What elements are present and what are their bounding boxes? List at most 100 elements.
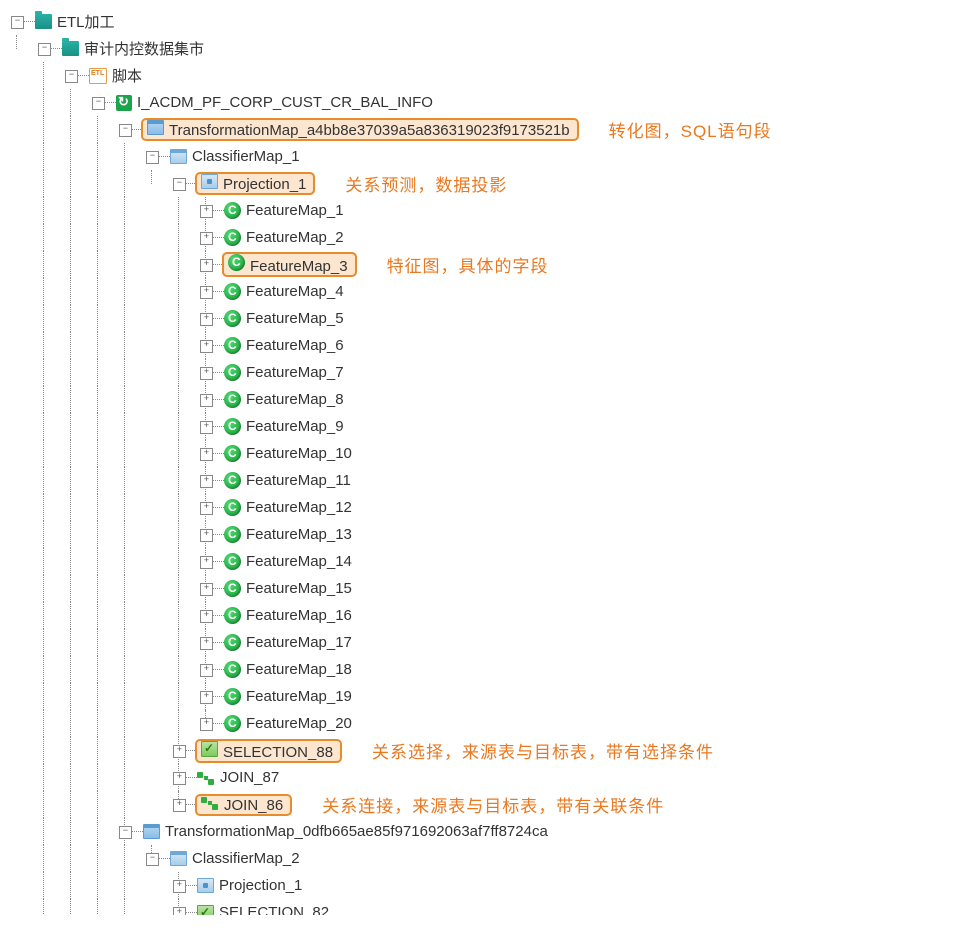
tree-node-feature-map[interactable]: FeatureMap_8 [224, 386, 347, 413]
expander[interactable]: − [146, 853, 159, 866]
tree-node-selection[interactable]: SELECTION_88 关系选择，来源表与目标表，带有选择条件 [197, 737, 714, 764]
expander[interactable]: + [173, 799, 186, 812]
node-label: Projection_1 [216, 876, 305, 895]
expander[interactable]: + [200, 259, 213, 272]
tree-node-classifier-map[interactable]: ClassifierMap_2 [170, 845, 303, 872]
expander[interactable]: + [200, 502, 213, 515]
tree-node-feature-map[interactable]: FeatureMap_9 [224, 413, 347, 440]
expander[interactable]: + [200, 637, 213, 650]
tree-node-feature-map[interactable]: FeatureMap_2 [224, 224, 347, 251]
feature-icon [224, 715, 241, 732]
map-icon [147, 120, 164, 135]
expander[interactable]: + [200, 556, 213, 569]
expander[interactable]: − [92, 97, 105, 110]
expander[interactable]: − [11, 16, 24, 29]
map-icon [143, 824, 160, 839]
tree-node-feature-map[interactable]: FeatureMap_1 [224, 197, 347, 224]
tree-node-feature-map[interactable]: FeatureMap_5 [224, 305, 347, 332]
expander[interactable]: − [65, 70, 78, 83]
tree-node-feature-map[interactable]: FeatureMap_7 [224, 359, 347, 386]
tree-node-feature-map[interactable]: FeatureMap_10 [224, 440, 355, 467]
expander[interactable]: + [173, 880, 186, 893]
expander[interactable]: + [200, 475, 213, 488]
feature-icon [224, 661, 241, 678]
feature-icon [224, 472, 241, 489]
expander[interactable]: + [173, 745, 186, 758]
expander[interactable]: + [200, 205, 213, 218]
expander[interactable]: − [119, 124, 132, 137]
tree-node[interactable]: 审计内控数据集市 [62, 35, 207, 62]
tree-node-feature-map[interactable]: FeatureMap_19 [224, 683, 355, 710]
tree-node-selection[interactable]: SELECTION_82 [197, 899, 332, 915]
tree-node-feature-map[interactable]: FeatureMap_6 [224, 332, 347, 359]
tree-node-transformation-map[interactable]: TransformationMap_a4bb8e37039a5a83631902… [143, 116, 772, 143]
expander[interactable]: + [200, 529, 213, 542]
expander[interactable]: + [200, 340, 213, 353]
tree-node-feature-map[interactable]: FeatureMap_17 [224, 629, 355, 656]
tree-node-job[interactable]: I_ACDM_PF_CORP_CUST_CR_BAL_INFO [116, 89, 436, 116]
expander[interactable]: + [200, 421, 213, 434]
node-label: FeatureMap_2 [243, 228, 347, 247]
expander[interactable]: + [200, 691, 213, 704]
tree-node-projection[interactable]: Projection_1 [197, 872, 305, 899]
expander[interactable]: + [200, 610, 213, 623]
expander[interactable]: + [200, 718, 213, 731]
feature-icon [224, 391, 241, 408]
expander[interactable]: + [200, 232, 213, 245]
node-label: FeatureMap_1 [243, 201, 347, 220]
expander[interactable]: + [173, 907, 186, 915]
expander[interactable]: + [200, 583, 213, 596]
feature-icon [224, 445, 241, 462]
node-label: FeatureMap_8 [243, 390, 347, 409]
expander[interactable]: − [146, 151, 159, 164]
node-label: JOIN_86 [221, 796, 286, 815]
tree-node-feature-map[interactable]: FeatureMap_3特征图，具体的字段 [224, 251, 549, 278]
tree-node-feature-map[interactable]: FeatureMap_13 [224, 521, 355, 548]
feature-icon [224, 202, 241, 219]
tree-node-scripts[interactable]: 脚本 [89, 62, 145, 89]
tree-node-classifier-map[interactable]: ClassifierMap_1 [170, 143, 303, 170]
feature-icon [228, 254, 245, 271]
annotation-text: 关系预测，数据投影 [345, 171, 507, 196]
selection-icon [197, 905, 214, 916]
node-label: FeatureMap_15 [243, 579, 355, 598]
expander[interactable]: + [200, 313, 213, 326]
tree-node-transformation-map[interactable]: TransformationMap_0dfb665ae85f971692063a… [143, 818, 551, 845]
expander[interactable]: − [173, 178, 186, 191]
tree-node-feature-map[interactable]: FeatureMap_20 [224, 710, 355, 737]
join-icon [201, 796, 219, 810]
tree-node-feature-map[interactable]: FeatureMap_14 [224, 548, 355, 575]
expander[interactable]: − [38, 43, 51, 56]
node-label: ClassifierMap_2 [189, 849, 303, 868]
node-label: ETL加工 [54, 10, 118, 33]
node-label: FeatureMap_9 [243, 417, 347, 436]
node-label: FeatureMap_7 [243, 363, 347, 382]
tree-node-join[interactable]: JOIN_87 [197, 764, 282, 791]
expander[interactable]: + [200, 286, 213, 299]
feature-icon [224, 526, 241, 543]
tree-node-feature-map[interactable]: FeatureMap_4 [224, 278, 347, 305]
expander[interactable]: + [173, 772, 186, 785]
node-label: Projection_1 [220, 175, 309, 194]
annotation-text: 关系选择，来源表与目标表，带有选择条件 [372, 738, 714, 763]
node-label: ClassifierMap_1 [189, 147, 303, 166]
feature-icon [224, 580, 241, 597]
expander[interactable]: + [200, 664, 213, 677]
tree-node-projection[interactable]: Projection_1 关系预测，数据投影 [197, 170, 507, 197]
tree-node-feature-map[interactable]: FeatureMap_16 [224, 602, 355, 629]
node-label: 脚本 [109, 64, 145, 87]
expander[interactable]: + [200, 394, 213, 407]
expander[interactable]: − [119, 826, 132, 839]
tree-node-feature-map[interactable]: FeatureMap_11 [224, 467, 354, 494]
node-label: FeatureMap_10 [243, 444, 355, 463]
node-label: SELECTION_88 [220, 743, 336, 762]
node-label: FeatureMap_17 [243, 633, 355, 652]
tree-node-feature-map[interactable]: FeatureMap_18 [224, 656, 355, 683]
tree-node-root[interactable]: ETL加工 [35, 8, 118, 35]
tree-node-feature-map[interactable]: FeatureMap_12 [224, 494, 355, 521]
expander[interactable]: + [200, 367, 213, 380]
tree-node-feature-map[interactable]: FeatureMap_15 [224, 575, 355, 602]
tree-node-join[interactable]: JOIN_86关系连接，来源表与目标表，带有关联条件 [197, 791, 664, 818]
expander[interactable]: + [200, 448, 213, 461]
feature-icon [224, 688, 241, 705]
